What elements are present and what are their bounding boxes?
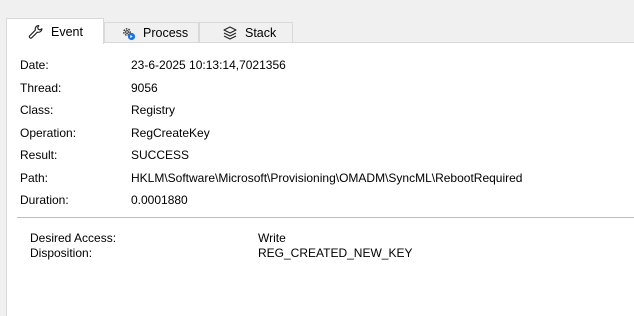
field-label: Operation:	[20, 126, 77, 140]
field-path: Path: HKLM\Software\Microsoft\Provisioni…	[20, 171, 522, 187]
tab-process[interactable]: Process	[104, 22, 199, 42]
detail-desired-access: Desired Access: Write	[30, 231, 286, 245]
process-gear-icon	[120, 25, 136, 41]
detail-disposition: Disposition: REG_CREATED_NEW_KEY	[30, 246, 412, 260]
field-label: Duration:	[20, 193, 69, 207]
detail-label: Desired Access:	[30, 231, 117, 245]
field-value: 9056	[131, 81, 158, 95]
field-class: Class: Registry	[20, 103, 175, 119]
tab-bar: Event Process Stack	[0, 0, 634, 44]
field-duration: Duration: 0.0001880	[20, 193, 188, 209]
tab-stack[interactable]: Stack	[199, 22, 293, 42]
field-value: Registry	[131, 103, 176, 117]
tab-stack-label: Stack	[245, 25, 277, 40]
field-date: Date: 23-6-2025 10:13:14,7021356	[20, 58, 286, 74]
field-label: Result:	[20, 148, 58, 162]
detail-value: Write	[258, 231, 286, 245]
field-label: Path:	[20, 171, 49, 185]
field-value: RegCreateKey	[131, 126, 210, 140]
field-operation: Operation: RegCreateKey	[20, 126, 210, 142]
tab-event-label: Event	[51, 24, 83, 39]
tab-process-label: Process	[143, 25, 189, 40]
field-thread: Thread: 9056	[20, 81, 158, 97]
detail-label: Disposition:	[30, 246, 93, 260]
tab-event[interactable]: Event	[6, 18, 104, 44]
field-value: 0.0001880	[131, 193, 188, 207]
stack-layers-icon	[222, 25, 238, 41]
details-divider	[17, 217, 634, 218]
field-value: 23-6-2025 10:13:14,7021356	[131, 58, 286, 72]
field-value: HKLM\Software\Microsoft\Provisioning\OMA…	[131, 171, 523, 185]
field-label: Class:	[20, 103, 54, 117]
wrench-icon	[28, 24, 44, 40]
field-value: SUCCESS	[131, 148, 190, 162]
detail-value: REG_CREATED_NEW_KEY	[258, 246, 413, 260]
event-properties-panel: Date: 23-6-2025 10:13:14,7021356 Thread:…	[6, 43, 634, 316]
field-label: Thread:	[20, 81, 62, 95]
field-label: Date:	[20, 58, 49, 72]
field-result: Result: SUCCESS	[20, 148, 189, 164]
